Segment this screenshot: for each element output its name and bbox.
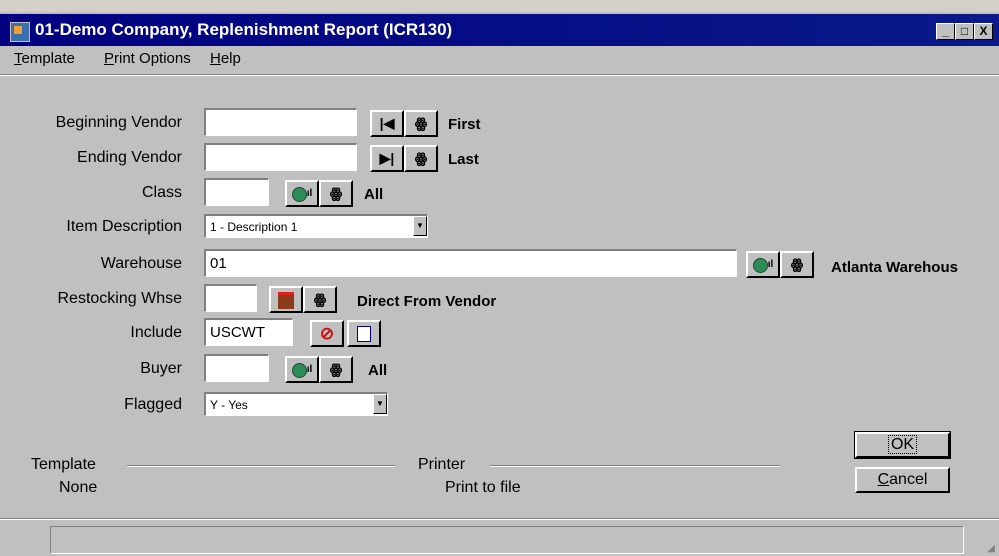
ending-vendor-label: Ending Vendor: [77, 149, 182, 166]
resize-grip-icon[interactable]: ◢: [987, 543, 995, 554]
buyer-label: Buyer: [140, 360, 182, 377]
binoculars-icon: ꙮ: [790, 256, 804, 272]
find-buyer-button[interactable]: ꙮ: [319, 356, 353, 383]
template-value: None: [59, 479, 98, 496]
cancel-button-label: ancel: [889, 471, 928, 488]
template-section-label: Template: [31, 456, 96, 473]
chevron-down-icon[interactable]: ▼: [413, 216, 427, 236]
status-bar: ◢: [0, 520, 999, 556]
ending-vendor-input[interactable]: [204, 143, 357, 171]
beginning-vendor-label: Beginning Vendor: [55, 114, 182, 131]
find-restocking-whse-button[interactable]: ꙮ: [303, 286, 337, 313]
binoculars-icon: ꙮ: [414, 115, 428, 131]
menu-help-mnemonic: H: [210, 50, 221, 67]
minimize-button[interactable]: _: [936, 23, 955, 40]
bars-icon: ıl: [767, 259, 774, 270]
select-include-button[interactable]: [347, 320, 381, 347]
restocking-whse-label: Restocking Whse: [57, 290, 183, 307]
menu-template-label: emplate: [21, 50, 75, 67]
maximize-button[interactable]: □: [955, 23, 974, 40]
class-hint: All: [364, 186, 384, 203]
warehouse-hint: Atlanta Warehous: [831, 259, 958, 276]
title-bar[interactable]: 01-Demo Company, Replenishment Report (I…: [0, 14, 999, 46]
direct-vendor-button[interactable]: [269, 286, 303, 313]
warehouse-input[interactable]: [204, 249, 737, 277]
binoculars-icon: ꙮ: [329, 185, 343, 201]
warehouse-label: Warehouse: [100, 255, 182, 272]
cancel-button[interactable]: Cancel: [855, 467, 950, 493]
ok-button-label: OK: [887, 435, 918, 454]
find-ending-vendor-button[interactable]: ꙮ: [404, 145, 438, 172]
binoculars-icon: ꙮ: [329, 361, 343, 377]
binoculars-icon: ꙮ: [414, 150, 428, 166]
menu-template[interactable]: Template: [14, 50, 75, 67]
clear-include-button[interactable]: ⊘: [310, 320, 344, 347]
menu-print-options-label: rint Options: [114, 50, 191, 67]
include-input[interactable]: [204, 318, 293, 346]
flagged-select[interactable]: Y - Yes ▼: [204, 392, 388, 416]
cancel-mnemonic: C: [877, 471, 890, 488]
find-beginning-vendor-button[interactable]: ꙮ: [404, 110, 438, 137]
restocking-whse-input[interactable]: [204, 284, 257, 312]
first-record-button[interactable]: |◀: [370, 110, 404, 137]
printer-value: Print to file: [445, 479, 521, 496]
class-input[interactable]: [204, 178, 269, 206]
chevron-down-icon[interactable]: ▼: [373, 394, 387, 414]
buyer-hint: All: [368, 362, 388, 379]
globe-lookup-icon: [752, 257, 768, 273]
class-lookup-button[interactable]: ıl: [285, 180, 319, 207]
no-entry-icon: ⊘: [319, 324, 335, 343]
beginning-vendor-hint: First: [448, 116, 481, 133]
menu-help-label: elp: [220, 50, 241, 67]
buyer-input[interactable]: [204, 354, 269, 382]
menu-help[interactable]: Help: [210, 50, 241, 67]
menu-template-mnemonic: T: [14, 50, 22, 67]
select-list-icon: [357, 326, 371, 343]
template-divider: [127, 465, 395, 467]
top-strip: [0, 0, 999, 12]
menu-separator: [0, 74, 999, 76]
item-description-select[interactable]: 1 - Description 1 ▼: [204, 214, 428, 238]
warehouse-lookup-button[interactable]: ıl: [746, 251, 780, 278]
globe-lookup-icon: [291, 186, 307, 202]
printer-divider: [490, 465, 780, 467]
restocking-whse-hint: Direct From Vendor: [357, 293, 497, 310]
class-label: Class: [141, 184, 182, 201]
find-warehouse-button[interactable]: ꙮ: [780, 251, 814, 278]
bars-icon: ıl: [306, 188, 313, 199]
buyer-lookup-button[interactable]: ıl: [285, 356, 319, 383]
find-class-button[interactable]: ꙮ: [319, 180, 353, 207]
ending-vendor-hint: Last: [448, 151, 479, 168]
bars-icon: ıl: [306, 364, 313, 375]
menu-bar: Template Print Options Help: [0, 46, 999, 72]
direct-vendor-icon: [278, 291, 294, 309]
app-icon: [10, 22, 30, 42]
flagged-value: Y - Yes: [210, 398, 248, 412]
window-title: 01-Demo Company, Replenishment Report (I…: [35, 20, 453, 39]
close-button[interactable]: X: [974, 23, 993, 40]
globe-lookup-icon: [291, 362, 307, 378]
printer-section-label: Printer: [418, 456, 466, 473]
item-description-value: 1 - Description 1: [210, 220, 298, 234]
status-message-area: [50, 526, 964, 554]
beginning-vendor-input[interactable]: [204, 108, 357, 136]
binoculars-icon: ꙮ: [313, 291, 327, 307]
last-record-icon: ▶|: [379, 150, 395, 166]
last-record-button[interactable]: ▶|: [370, 145, 404, 172]
first-record-icon: |◀: [379, 115, 395, 131]
menu-print-options-mnemonic: P: [104, 50, 115, 67]
flagged-label: Flagged: [124, 396, 182, 413]
ok-button[interactable]: OK: [854, 431, 951, 459]
item-description-label: Item Description: [66, 218, 182, 235]
include-label: Include: [130, 324, 182, 341]
menu-print-options[interactable]: Print Options: [104, 50, 191, 67]
